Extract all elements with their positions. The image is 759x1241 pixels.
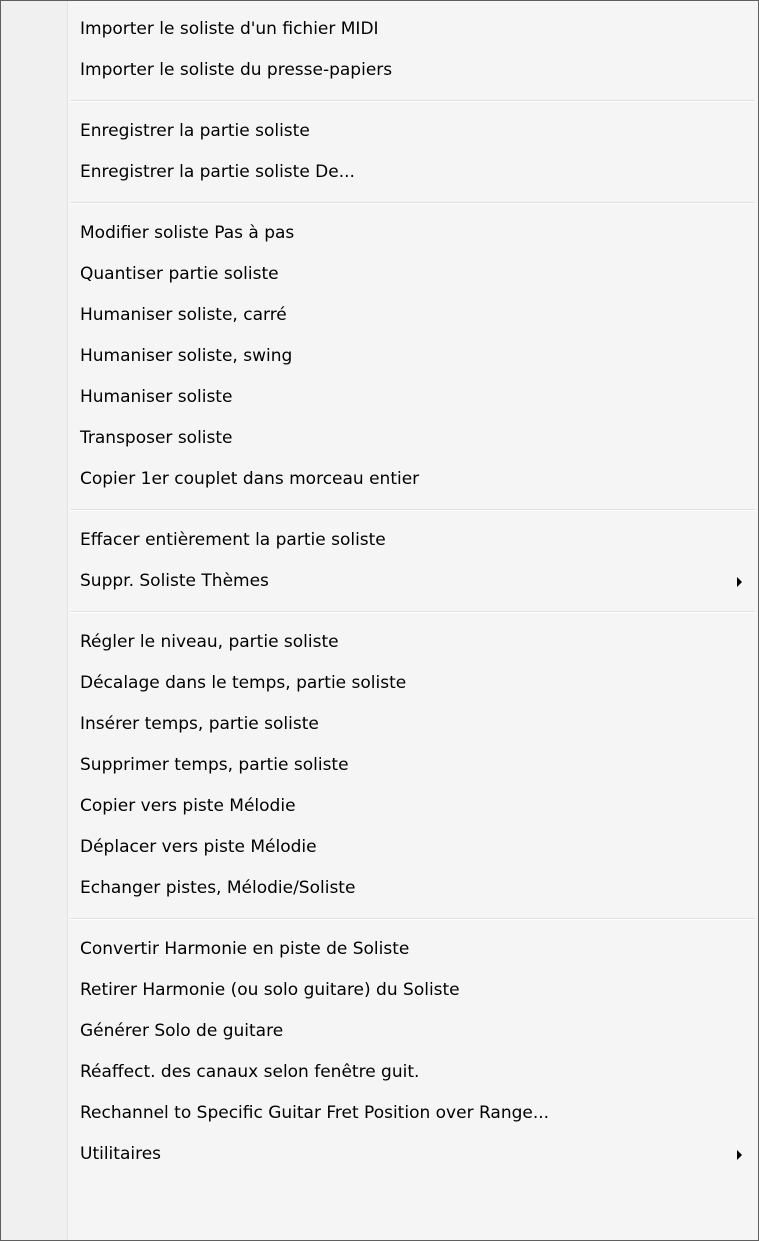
menu-item-set-level[interactable]: Régler le niveau, partie soliste <box>1 622 758 663</box>
menu-item-humanize[interactable]: Humaniser soliste <box>1 377 758 418</box>
menu-item-label: Supprimer temps, partie soliste <box>80 755 349 775</box>
menu-item-copy-first-chorus[interactable]: Copier 1er couplet dans morceau entier <box>1 459 758 500</box>
submenu-arrow-icon <box>737 577 742 587</box>
submenu-arrow-icon <box>737 1150 742 1160</box>
menu-item-label: Enregistrer la partie soliste De... <box>80 162 355 182</box>
menu-item-label: Convertir Harmonie en piste de Soliste <box>80 939 410 959</box>
menu-item-copy-to-melody[interactable]: Copier vers piste Mélodie <box>1 786 758 827</box>
menu-items: Importer le soliste d'un fichier MIDI Im… <box>1 9 758 1175</box>
menu-item-label: Copier vers piste Mélodie <box>80 796 296 816</box>
menu-item-label: Importer le soliste d'un fichier MIDI <box>80 19 379 39</box>
menu-separator <box>1 193 758 213</box>
menu-item-rechannel-guitar-window[interactable]: Réaffect. des canaux selon fenêtre guit. <box>1 1052 758 1093</box>
menu-item-label: Transposer soliste <box>80 428 233 448</box>
menu-item-label: Modifier soliste Pas à pas <box>80 223 295 243</box>
menu-item-step-edit[interactable]: Modifier soliste Pas à pas <box>1 213 758 254</box>
menu-item-remove-harmony[interactable]: Retirer Harmonie (ou solo guitare) du So… <box>1 970 758 1011</box>
menu-item-label: Utilitaires <box>80 1144 162 1164</box>
menu-separator <box>1 500 758 520</box>
menu-item-transpose[interactable]: Transposer soliste <box>1 418 758 459</box>
menu-item-record-soloist-from[interactable]: Enregistrer la partie soliste De... <box>1 152 758 193</box>
menu-item-quantize[interactable]: Quantiser partie soliste <box>1 254 758 295</box>
menu-item-label: Importer le soliste du presse-papiers <box>80 60 393 80</box>
menu-item-label: Déplacer vers piste Mélodie <box>80 837 317 857</box>
menu-item-humanize-even[interactable]: Humaniser soliste, carré <box>1 295 758 336</box>
menu-item-delete-soloist-themes[interactable]: Suppr. Soliste Thèmes <box>1 561 758 602</box>
context-menu: Importer le soliste d'un fichier MIDI Im… <box>0 0 759 1241</box>
menu-item-label: Suppr. Soliste Thèmes <box>80 571 269 591</box>
menu-item-label: Insérer temps, partie soliste <box>80 714 319 734</box>
menu-item-label: Retirer Harmonie (ou solo guitare) du So… <box>80 980 460 1000</box>
menu-item-label: Copier 1er couplet dans morceau entier <box>80 469 420 489</box>
menu-item-convert-harmony[interactable]: Convertir Harmonie en piste de Soliste <box>1 929 758 970</box>
menu-item-label: Quantiser partie soliste <box>80 264 279 284</box>
menu-item-label: Décalage dans le temps, partie soliste <box>80 673 407 693</box>
menu-item-label: Humaniser soliste, swing <box>80 346 293 366</box>
menu-separator <box>1 602 758 622</box>
menu-item-utilities[interactable]: Utilitaires <box>1 1134 758 1175</box>
menu-item-import-clipboard[interactable]: Importer le soliste du presse-papiers <box>1 50 758 91</box>
menu-item-label: Enregistrer la partie soliste <box>80 121 310 141</box>
menu-separator <box>1 91 758 111</box>
menu-item-delete-beats[interactable]: Supprimer temps, partie soliste <box>1 745 758 786</box>
menu-item-rechannel-fret-position[interactable]: Rechannel to Specific Guitar Fret Positi… <box>1 1093 758 1134</box>
menu-item-move-to-melody[interactable]: Déplacer vers piste Mélodie <box>1 827 758 868</box>
menu-item-label: Humaniser soliste <box>80 387 233 407</box>
menu-item-label: Réaffect. des canaux selon fenêtre guit. <box>80 1062 420 1082</box>
menu-item-erase-soloist[interactable]: Effacer entièrement la partie soliste <box>1 520 758 561</box>
menu-item-generate-guitar-solo[interactable]: Générer Solo de guitare <box>1 1011 758 1052</box>
menu-item-label: Humaniser soliste, carré <box>80 305 287 325</box>
menu-item-label: Générer Solo de guitare <box>80 1021 284 1041</box>
menu-item-record-soloist[interactable]: Enregistrer la partie soliste <box>1 111 758 152</box>
menu-item-label: Effacer entièrement la partie soliste <box>80 530 386 550</box>
menu-item-label: Echanger pistes, Mélodie/Soliste <box>80 878 356 898</box>
menu-item-humanize-swing[interactable]: Humaniser soliste, swing <box>1 336 758 377</box>
menu-item-label: Rechannel to Specific Guitar Fret Positi… <box>80 1103 550 1123</box>
menu-item-time-shift[interactable]: Décalage dans le temps, partie soliste <box>1 663 758 704</box>
menu-item-label: Régler le niveau, partie soliste <box>80 632 339 652</box>
menu-item-import-midi[interactable]: Importer le soliste d'un fichier MIDI <box>1 9 758 50</box>
menu-separator <box>1 909 758 929</box>
menu-item-insert-beats[interactable]: Insérer temps, partie soliste <box>1 704 758 745</box>
menu-item-swap-tracks[interactable]: Echanger pistes, Mélodie/Soliste <box>1 868 758 909</box>
